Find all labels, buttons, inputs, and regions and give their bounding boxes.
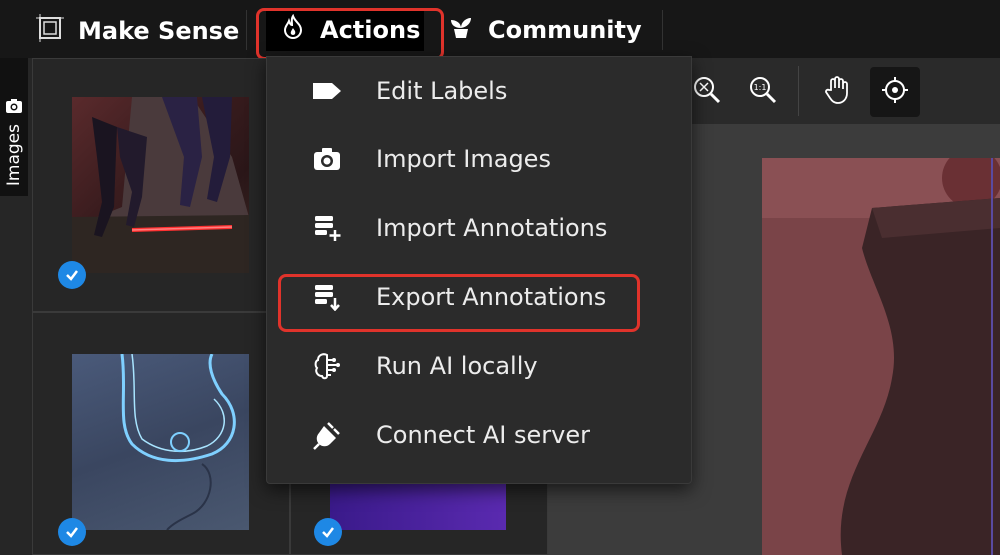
camera-icon bbox=[5, 98, 23, 118]
divider bbox=[246, 10, 247, 50]
menu-item-label: Import Images bbox=[376, 145, 551, 173]
plug-icon bbox=[311, 419, 343, 451]
menu-item-label: Run AI locally bbox=[376, 352, 538, 380]
zoom-actual-icon: 1:1 bbox=[748, 75, 778, 109]
selected-check-icon bbox=[314, 518, 342, 546]
images-side-tab[interactable]: Images bbox=[0, 58, 28, 196]
menu-item-run-ai-locally[interactable]: Run AI locally bbox=[267, 332, 693, 400]
thumbnail-image[interactable] bbox=[72, 97, 249, 273]
logo-icon bbox=[36, 14, 64, 48]
editor-image[interactable] bbox=[762, 158, 1000, 555]
zoom-actual-button[interactable]: 1:1 bbox=[738, 67, 788, 117]
menu-item-edit-labels[interactable]: Edit Labels bbox=[267, 57, 693, 125]
crosshair-icon bbox=[880, 75, 910, 109]
thumbnail-image[interactable] bbox=[330, 478, 506, 530]
actions-dropdown-menu: Edit Labels Import Images Import Annotat… bbox=[266, 56, 692, 484]
images-tab-label: Images bbox=[4, 123, 24, 186]
highlight-box-actions bbox=[256, 8, 444, 60]
pan-button[interactable] bbox=[812, 67, 862, 117]
nav-community[interactable]: Community bbox=[448, 9, 642, 51]
side-strip bbox=[0, 196, 28, 555]
selected-check-icon bbox=[58, 518, 86, 546]
highlight-box-export bbox=[278, 274, 640, 332]
thumbnail-image[interactable] bbox=[72, 354, 249, 530]
menu-item-import-images[interactable]: Import Images bbox=[267, 125, 693, 193]
brand: Make Sense bbox=[36, 14, 239, 48]
brain-icon bbox=[311, 350, 343, 382]
nav-community-label: Community bbox=[488, 16, 642, 44]
menu-item-label: Connect AI server bbox=[376, 421, 590, 449]
plant-icon bbox=[448, 14, 474, 46]
menu-item-import-annotations[interactable]: Import Annotations bbox=[267, 194, 693, 262]
divider bbox=[798, 66, 799, 116]
camera-icon bbox=[311, 143, 343, 175]
selected-check-icon bbox=[58, 261, 86, 289]
menu-item-label: Import Annotations bbox=[376, 214, 608, 242]
crosshair-button[interactable] bbox=[870, 67, 920, 117]
brand-name: Make Sense bbox=[78, 17, 240, 45]
divider bbox=[662, 10, 663, 50]
menu-item-connect-ai-server[interactable]: Connect AI server bbox=[267, 401, 693, 469]
hand-icon bbox=[822, 75, 852, 109]
top-navigation-bar: Make Sense Actions Community bbox=[0, 0, 1000, 60]
menu-item-label: Edit Labels bbox=[376, 77, 508, 105]
zoom-actual-text: 1:1 bbox=[754, 83, 767, 92]
zoom-fit-icon bbox=[692, 75, 722, 109]
label-tag-icon bbox=[311, 75, 343, 107]
import-annotations-icon bbox=[311, 212, 343, 244]
